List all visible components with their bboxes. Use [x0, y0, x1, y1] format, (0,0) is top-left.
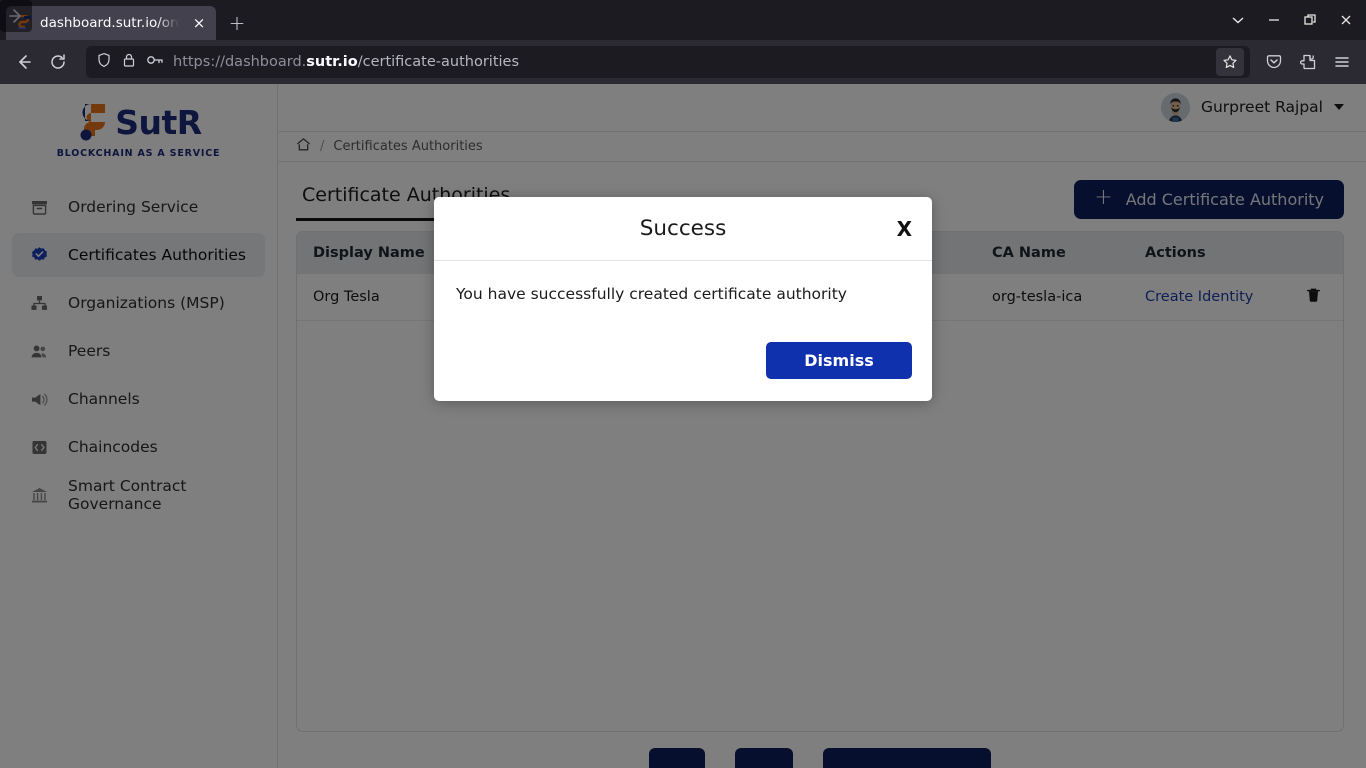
minimize-icon[interactable] [1258, 6, 1290, 34]
extensions-icon[interactable] [1292, 46, 1324, 78]
browser-tab-title: dashboard.sutr.io/ordering [40, 15, 182, 31]
browser-tab[interactable]: dashboard.sutr.io/ordering × [6, 6, 216, 40]
url-domain: sutr.io [306, 54, 358, 70]
url-scheme: https://dashboard. [173, 54, 307, 70]
maximize-restore-icon[interactable] [1294, 6, 1326, 34]
save-to-pocket-icon[interactable] [1258, 46, 1290, 78]
browser-tab-close-icon[interactable]: × [190, 14, 208, 32]
close-window-icon[interactable] [1330, 6, 1362, 34]
browser-toolbar-icons [1258, 46, 1358, 78]
reload-button-icon[interactable] [42, 46, 74, 78]
forward-button-icon[interactable] [0, 0, 32, 32]
lock-icon[interactable] [121, 52, 137, 72]
success-modal: Success X You have successfully created … [434, 197, 932, 401]
address-bar-url: https://dashboard.sutr.io/certificate-au… [173, 54, 1207, 70]
modal-footer: Dismiss [434, 342, 932, 401]
shield-icon[interactable] [96, 52, 112, 72]
app-menu-icon[interactable] [1326, 46, 1358, 78]
modal-title: Success [639, 216, 727, 241]
modal-overlay[interactable] [0, 84, 1366, 768]
close-icon[interactable]: X [897, 217, 912, 241]
modal-header: Success X [434, 197, 932, 261]
browser-tab-strip: dashboard.sutr.io/ordering × + [0, 0, 1366, 40]
address-bar[interactable]: https://dashboard.sutr.io/certificate-au… [86, 46, 1250, 78]
browser-window: dashboard.sutr.io/ordering × + [0, 0, 1366, 768]
dismiss-button[interactable]: Dismiss [766, 342, 912, 379]
modal-message: You have successfully created certificat… [456, 285, 847, 303]
url-path: /certificate-authorities [357, 54, 520, 70]
new-tab-button[interactable]: + [222, 8, 252, 38]
browser-navigation-bar: https://dashboard.sutr.io/certificate-au… [0, 0, 1366, 84]
bookmark-star-icon[interactable] [1216, 48, 1244, 76]
page-viewport: SutR BLOCKCHAIN AS A SERVICE Ordering Se… [0, 84, 1366, 768]
back-button-icon[interactable] [8, 46, 40, 78]
key-icon[interactable] [146, 52, 164, 72]
window-controls [1222, 6, 1362, 34]
list-all-tabs-icon[interactable] [1222, 6, 1254, 34]
